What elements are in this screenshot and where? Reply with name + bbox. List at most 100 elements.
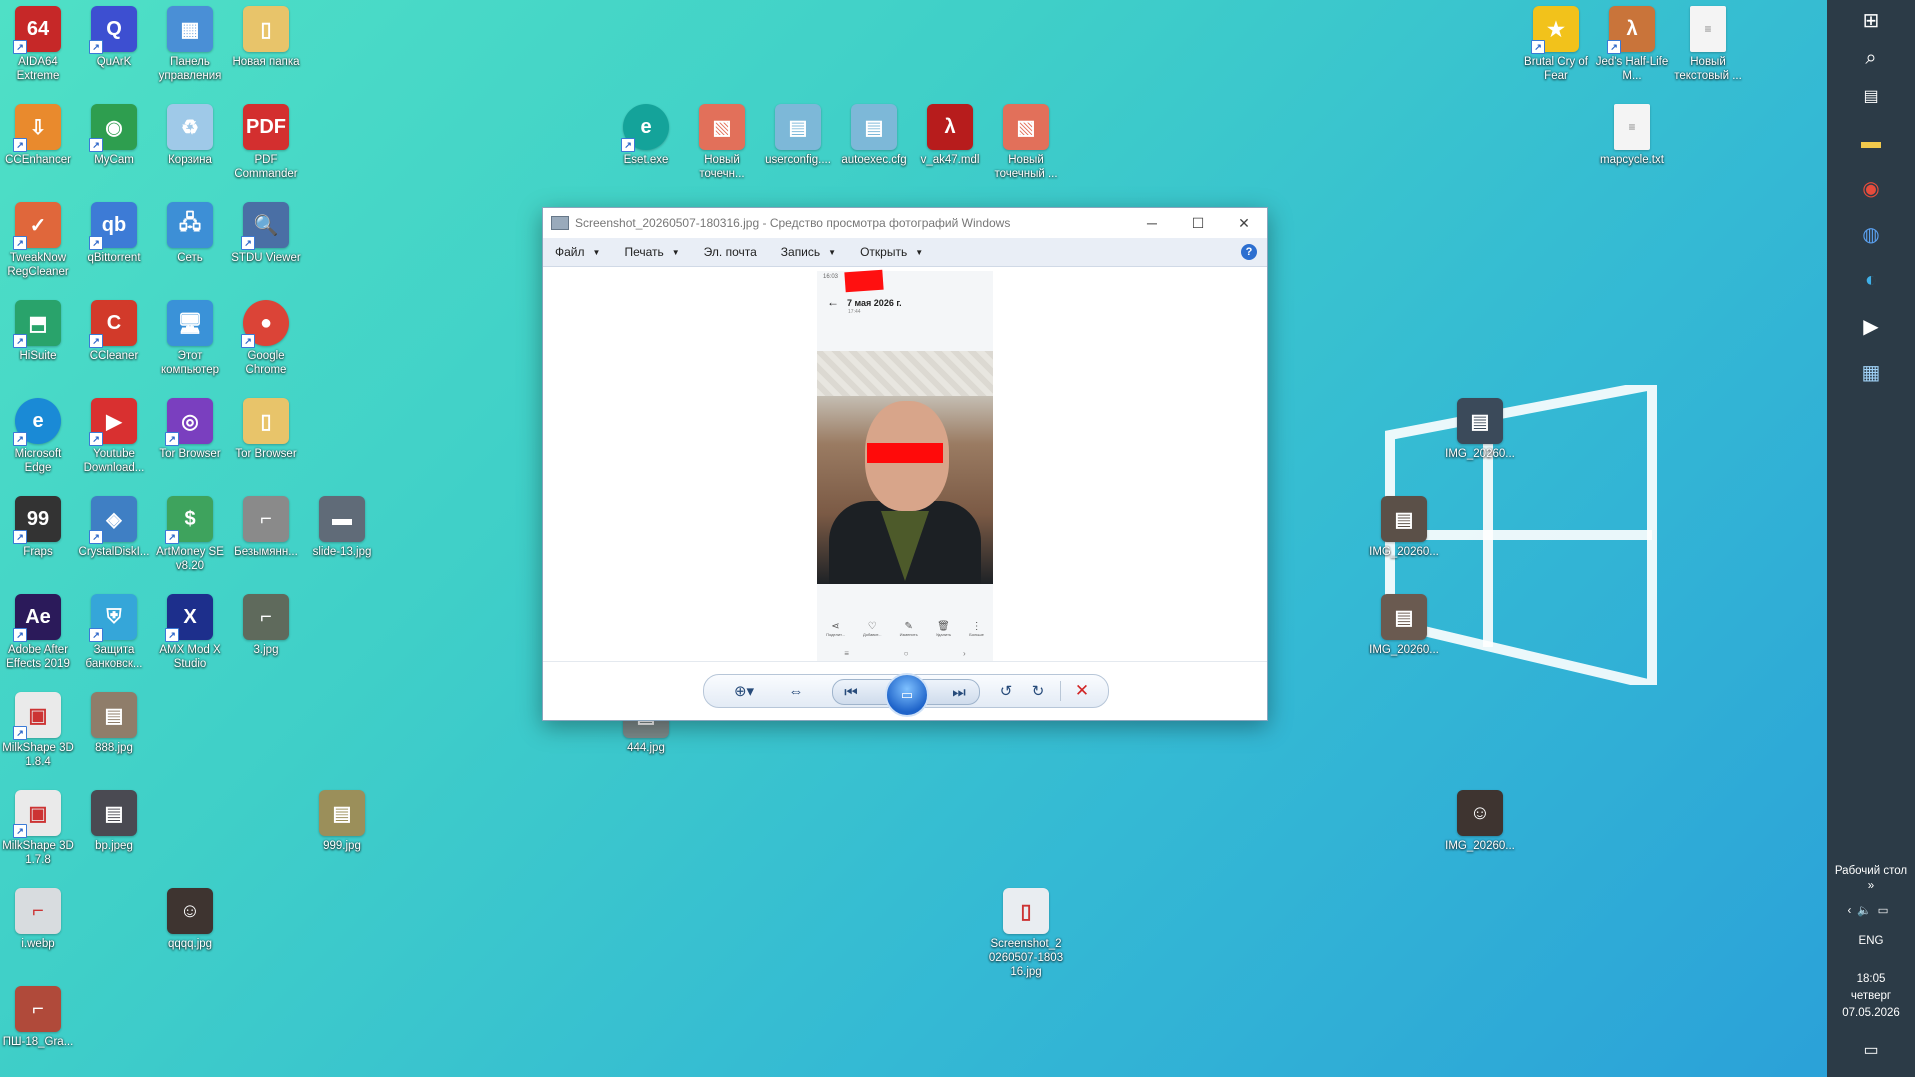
close-button[interactable]: ✕ [1221, 208, 1267, 238]
chrome-icon[interactable]: ◉ [1849, 168, 1893, 208]
desktop-icon[interactable]: 99 ↗ Fraps [0, 496, 76, 559]
previous-icon[interactable]: ⏮ [837, 680, 865, 704]
slideshow-icon[interactable]: ▭ [885, 673, 929, 717]
desktop-icon[interactable]: λ ↗ Jed's Half-Life M... [1594, 6, 1670, 83]
desktop-icon[interactable]: ⇩ ↗ CCEnhancer [0, 104, 76, 167]
desktop-icon[interactable]: ⛨ ↗ Защита банковск... [76, 594, 152, 671]
desktop-icon[interactable]: ◉ ↗ MyCam [76, 104, 152, 167]
app-icon: ▬ [319, 496, 365, 542]
desktop-icon[interactable]: ◎ ↗ Tor Browser [152, 398, 228, 461]
desktop-icon[interactable]: ⌐ i.webp [0, 888, 76, 951]
desktop-icon[interactable]: ▬ slide-13.jpg [304, 496, 380, 559]
app-icon: ● ↗ [241, 300, 289, 348]
task-view-icon[interactable]: ▤ [1849, 76, 1893, 116]
desktop-icon[interactable]: ▧ Новый точечн... [684, 104, 760, 181]
shortcut-arrow-icon: ↗ [89, 138, 103, 152]
desktop-icon[interactable]: ▯ Tor Browser [228, 398, 304, 461]
file-explorer-icon[interactable]: ▬ [1849, 122, 1893, 162]
clock-time[interactable]: 18:05 [1827, 973, 1915, 985]
desktop-icon[interactable]: e ↗ Microsoft Edge [0, 398, 76, 475]
desktop-icon[interactable]: ◈ ↗ CrystalDiskI... [76, 496, 152, 559]
desktop-icon[interactable]: ★ ↗ Brutal Cry of Fear [1518, 6, 1594, 83]
app-icon: ▧ [699, 104, 745, 150]
desktop-icon[interactable]: e ↗ Eset.exe [608, 104, 684, 167]
redaction-bar [844, 269, 884, 293]
maximize-button[interactable]: ☐ [1175, 208, 1221, 238]
clock-date[interactable]: 07.05.2026 [1827, 1007, 1915, 1019]
desktop-icon[interactable]: ▤ 999.jpg [304, 790, 380, 853]
start-icon[interactable]: ⊞ [1849, 0, 1893, 40]
desktop-icon[interactable]: C ↗ CCleaner [76, 300, 152, 363]
desktop-icon[interactable]: $ ↗ ArtMoney SE v8.20 [152, 496, 228, 573]
notifications-icon[interactable]: ▭ [1849, 1030, 1893, 1070]
search-icon[interactable]: ⌕ [1849, 38, 1893, 78]
menu-open[interactable]: Открыть ▼ [848, 245, 935, 259]
desktop-icon[interactable]: 🖥 Этот компьютер [152, 300, 228, 377]
title-bar[interactable]: Screenshot_20260507-180316.jpg - Средств… [543, 208, 1267, 238]
app-icon: qb ↗ [89, 202, 137, 250]
help-icon[interactable]: ? [1241, 244, 1257, 260]
desktop-icon[interactable]: ▤ IMG_20260... [1366, 496, 1442, 559]
delete-icon[interactable]: ✕ [1068, 679, 1096, 703]
menu-file[interactable]: Файл ▼ [543, 245, 612, 259]
desktop-icon[interactable]: ▤ 888.jpg [76, 692, 152, 755]
desktop-icon[interactable]: ♻ Корзина [152, 104, 228, 167]
language-indicator[interactable]: ENG [1827, 935, 1915, 947]
desktop-icon[interactable]: ▣ ↗ MilkShape 3D 1.8.4 [0, 692, 76, 769]
media-player-icon[interactable]: ▶ [1849, 306, 1893, 346]
chevron-down-icon[interactable]: » [1827, 880, 1915, 892]
desktop-icon[interactable]: ▤ IMG_20260... [1366, 594, 1442, 657]
desktop-icon[interactable]: X ↗ AMX Mod X Studio [152, 594, 228, 671]
desktop-icon[interactable]: 🖧 Сеть [152, 202, 228, 265]
desktop-icon[interactable]: ● ↗ Google Chrome [228, 300, 304, 377]
desktop-icon[interactable]: ⌐ Безымянн... [228, 496, 304, 559]
desktop-icon[interactable]: ✓ ↗ TweakNow RegCleaner [0, 202, 76, 279]
desktop-icon[interactable]: ☺ IMG_20260... [1442, 790, 1518, 853]
desktop-icon-label: AMX Mod X Studio [159, 644, 221, 670]
desktop-icon[interactable]: PDF PDF Commander [228, 104, 304, 181]
desktop-icon[interactable]: ≡ Новый текстовый ... [1670, 6, 1746, 83]
desktop-icon[interactable]: ▣ ↗ MilkShape 3D 1.7.8 [0, 790, 76, 867]
desktop-icon[interactable]: ⌐ 3.jpg [228, 594, 304, 657]
photo-viewer-taskbar-icon[interactable]: ▦ [1849, 352, 1893, 392]
menu-email[interactable]: Эл. почта [692, 245, 769, 259]
desktop-icon[interactable]: Q ↗ QuArK [76, 6, 152, 69]
desktop-icon-label: AIDA64 Extreme [16, 56, 60, 82]
menu-burn[interactable]: Запись ▼ [769, 245, 848, 259]
desktop-icon[interactable]: ▯ Новая папка [228, 6, 304, 69]
rotate-left-icon[interactable]: ↺ [992, 679, 1020, 703]
tray-icons[interactable]: ‹🔈▭ [1827, 903, 1915, 917]
next-icon[interactable]: ⏭ [945, 680, 973, 704]
photo-viewer-window[interactable]: Screenshot_20260507-180316.jpg - Средств… [542, 207, 1268, 721]
desktop-icon[interactable]: ▤ bp.jpeg [76, 790, 152, 853]
desktop-icon[interactable]: ▤ autoexec.cfg [836, 104, 912, 167]
desktop-icon[interactable]: ▶ ↗ Youtube Download... [76, 398, 152, 475]
edge-icon[interactable]: ◐ [1849, 260, 1893, 300]
minimize-button[interactable]: ─ [1129, 208, 1175, 238]
chevron-down-icon: ▼ [592, 247, 601, 257]
desktop-icon[interactable]: ▤ IMG_20260... [1442, 398, 1518, 461]
desktop-icon[interactable]: ▯ Screenshot_2 0260507-1803 16.jpg [988, 888, 1064, 979]
app-icon: ▣ ↗ [13, 790, 61, 838]
desktop-toolbar-label[interactable]: Рабочий стол [1827, 865, 1915, 877]
clock-weekday[interactable]: четверг [1827, 990, 1915, 1002]
shortcut-arrow-icon: ↗ [13, 530, 27, 544]
menu-print[interactable]: Печать ▼ [612, 245, 691, 259]
desktop-icon[interactable]: Ae ↗ Adobe After Effects 2019 [0, 594, 76, 671]
zoom-icon[interactable]: ⊕▾ [726, 679, 762, 703]
rotate-right-icon[interactable]: ↻ [1024, 679, 1052, 703]
desktop-icon[interactable]: 64 ↗ AIDA64 Extreme [0, 6, 76, 83]
desktop-icon[interactable]: ▧ Новый точечный ... [988, 104, 1064, 181]
desktop-icon[interactable]: λ v_ak47.mdl [912, 104, 988, 167]
actual-size-icon[interactable]: ⇔ [782, 679, 810, 703]
image-canvas[interactable]: 16:03 ← 7 мая 2026 г. 17:44 ⋖ Поделит... ♡… [543, 267, 1267, 666]
desktop-icon[interactable]: ▦ Панель управления [152, 6, 228, 83]
desktop-icon[interactable]: ≡ mapcycle.txt [1594, 104, 1670, 167]
desktop-icon[interactable]: ☺ qqqq.jpg [152, 888, 228, 951]
desktop-icon[interactable]: ⌐ ПШ-18_Gra... [0, 986, 76, 1049]
desktop-icon[interactable]: qb ↗ qBittorrent [76, 202, 152, 265]
desktop-icon[interactable]: ▤ userconfig.... [760, 104, 836, 167]
qbittorrent-icon[interactable]: ◍ [1849, 214, 1893, 254]
desktop-icon[interactable]: ⬒ ↗ HiSuite [0, 300, 76, 363]
desktop-icon[interactable]: 🔍 ↗ STDU Viewer [228, 202, 304, 265]
